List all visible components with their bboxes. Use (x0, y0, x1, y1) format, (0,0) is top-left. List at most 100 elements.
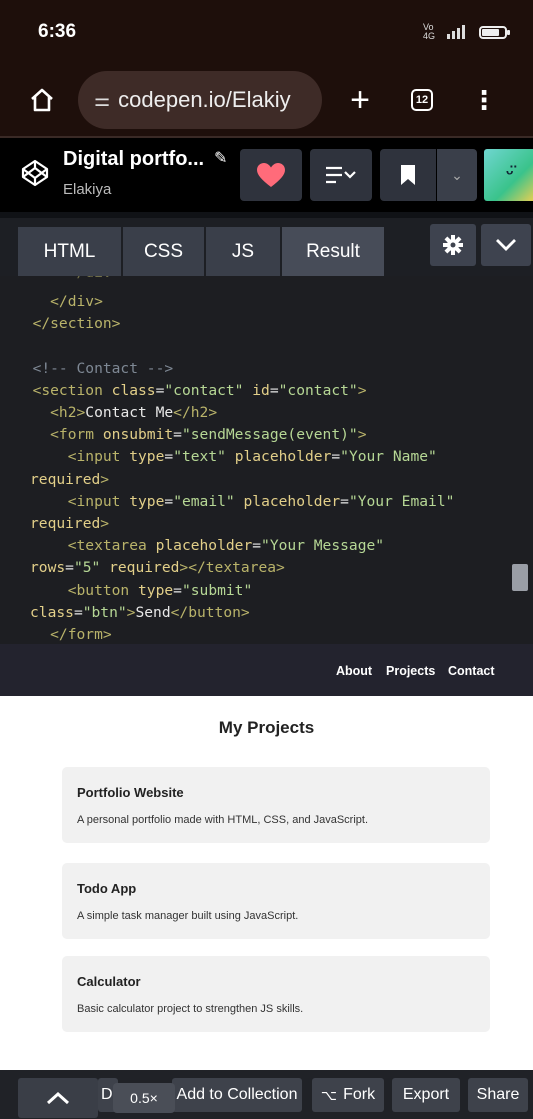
code-token: class (30, 603, 74, 621)
code-line: <!-- Contact --> (15, 358, 174, 380)
code-line: </section> (15, 313, 121, 335)
html-code-editor[interactable]: </div> </div> </section> <!-- Contact --… (0, 276, 533, 644)
pen-author[interactable]: Elakiya (63, 181, 111, 198)
code-token: "email" (173, 492, 235, 510)
project-title: Calculator (77, 974, 141, 989)
editor-settings-button[interactable] (430, 224, 476, 266)
code-token: <form (15, 426, 103, 444)
codepen-logo-icon[interactable] (20, 158, 50, 188)
zoom-level-badge: 0.5× (113, 1083, 175, 1113)
editor-collapse-button[interactable] (481, 224, 531, 266)
network-type-icon: Vo 4G (423, 22, 436, 41)
status-time: 6:36 (38, 21, 77, 42)
code-token: "5" (73, 559, 101, 577)
nav-link-contact[interactable]: Contact (448, 664, 495, 678)
browser-menu-button[interactable]: ⋮ (464, 70, 504, 130)
code-token: > (357, 426, 367, 444)
tab-switcher-button[interactable]: 12 (394, 70, 450, 130)
address-bar[interactable]: ⚌ codepen.io/Elakiy (78, 71, 322, 129)
code-token: type (129, 448, 165, 466)
code-token: = (269, 381, 279, 399)
code-token: </div> (15, 276, 121, 281)
code-token: > (100, 515, 110, 532)
layout-menu-icon (326, 166, 356, 184)
tab-result[interactable]: Result (282, 227, 384, 276)
code-token: = (65, 559, 74, 577)
code-token: required (109, 559, 180, 577)
code-line: <form onsubmit="sendMessage(event)"> (15, 424, 367, 446)
code-line: </div> (15, 291, 103, 313)
user-avatar[interactable]: ᵕ̈ (484, 149, 533, 201)
code-line: </form> (15, 624, 112, 644)
fork-button[interactable]: ⌥ Fork (312, 1078, 384, 1112)
bookmark-button[interactable] (380, 149, 436, 201)
battery-icon (479, 25, 510, 39)
code-token: </button> (170, 603, 250, 621)
tab-js[interactable]: JS (206, 227, 280, 276)
code-token: = (164, 492, 174, 510)
browser-toolbar: ⚌ codepen.io/Elakiy + 12 ⋮ (0, 64, 533, 136)
project-description: Basic calculator project to strengthen J… (77, 1003, 304, 1015)
code-line: <input type="email" placeholder="Your Em… (15, 491, 455, 513)
code-line: <input type="text" placeholder="Your Nam… (15, 446, 437, 468)
code-line: <button type="submit" (15, 580, 253, 602)
pen-bottom-bar: D Add to Collection ⌥ Fork Export Share … (0, 1070, 533, 1119)
code-token: type (129, 492, 165, 510)
code-line: class="btn">Send</button> (30, 602, 250, 624)
gear-icon (443, 235, 463, 255)
code-token: > (100, 470, 110, 488)
code-token: type (138, 581, 174, 599)
code-token: placeholder (155, 537, 253, 555)
code-token: <!-- Contact --> (15, 359, 174, 377)
code-token: id (252, 381, 270, 399)
tab-css[interactable]: CSS (123, 227, 204, 276)
code-token: Contact Me (85, 404, 174, 421)
bookmark-dropdown-button[interactable]: ⌄ (437, 149, 477, 201)
code-line: <section class="contact" id="contact"> (15, 380, 367, 402)
bookmark-icon (401, 165, 415, 185)
code-token: required (30, 515, 101, 532)
change-view-button[interactable] (310, 149, 372, 201)
nav-link-projects[interactable]: Projects (386, 664, 435, 678)
code-token: </h2> (173, 404, 218, 421)
code-token: rows (30, 559, 66, 577)
nav-link-about[interactable]: About (336, 664, 372, 678)
fork-label: Fork (343, 1086, 376, 1103)
tab-html[interactable]: HTML (18, 227, 121, 276)
code-token: class (111, 381, 156, 399)
more-vert-icon: ⋮ (471, 84, 497, 115)
code-token: = (252, 537, 262, 555)
code-token: "contact" (164, 381, 244, 399)
home-button[interactable] (12, 70, 72, 130)
pen-title[interactable]: Digital portfo... (63, 148, 204, 171)
code-token: </div> (15, 293, 103, 310)
heart-icon (257, 163, 285, 187)
code-token: <input (15, 448, 130, 466)
editor-scrollbar[interactable] (512, 564, 528, 591)
expand-console-button[interactable] (18, 1078, 98, 1118)
code-line: <h2>Contact Me</h2> (15, 402, 217, 424)
add-to-collection-button[interactable]: Add to Collection (172, 1078, 302, 1112)
status-icons: Vo 4G (423, 22, 510, 41)
export-button[interactable]: Export (392, 1078, 460, 1112)
code-token: "Your Name" (340, 448, 437, 466)
project-card: Portfolio Website A personal portfolio m… (62, 767, 490, 843)
new-tab-button[interactable]: + (330, 70, 390, 130)
code-token: <input (15, 492, 130, 510)
site-settings-icon[interactable]: ⚌ (94, 90, 110, 111)
share-button[interactable]: Share (468, 1078, 528, 1112)
code-token: onsubmit (102, 426, 174, 444)
edit-title-icon[interactable]: ✎ (214, 148, 227, 168)
result-preview: My Projects Portfolio Website A personal… (0, 696, 533, 1070)
preview-navbar: About Projects Contact (0, 644, 533, 696)
fork-icon: ⌥ (320, 1086, 338, 1103)
code-token: <section (15, 381, 112, 399)
code-line: required> (30, 513, 109, 535)
codepen-header: Digital portfo... ✎ Elakiya ⌄ ᵕ̈ (0, 138, 533, 212)
code-token: = (331, 448, 341, 466)
home-icon (31, 88, 53, 112)
code-token: "Your Message" (261, 537, 385, 555)
project-description: A personal portfolio made with HTML, CSS… (77, 814, 369, 826)
love-button[interactable] (240, 149, 302, 201)
